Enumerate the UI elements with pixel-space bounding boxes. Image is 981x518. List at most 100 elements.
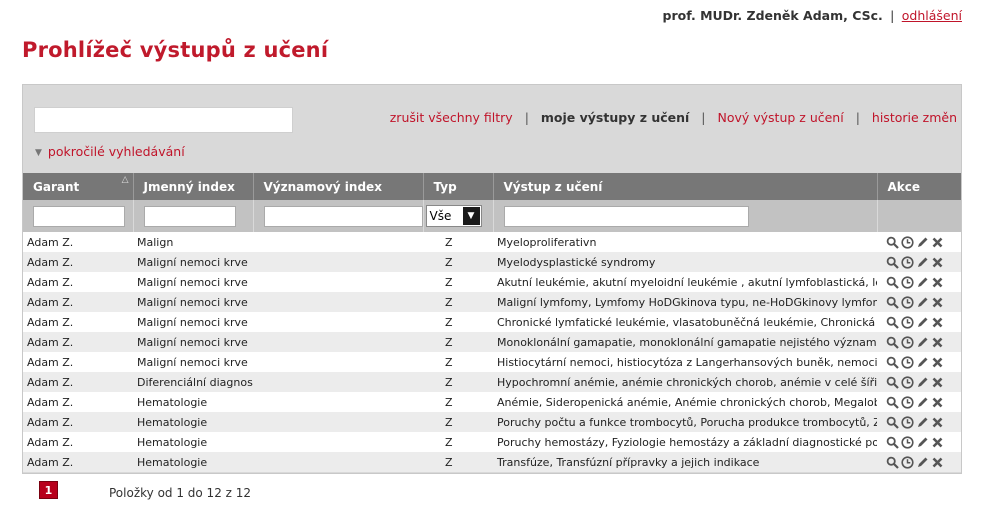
search-input[interactable] [34, 107, 293, 133]
table-row[interactable]: Adam Z. Maligní nemoci krve Z Chronické lym… [23, 312, 961, 332]
filter-jmenny-index-input[interactable] [143, 205, 236, 227]
cell-garant: Adam Z. [23, 372, 133, 392]
search-icon[interactable] [886, 436, 899, 449]
table-row[interactable]: Adam Z. Maligní nemoci krve Z Monoklonální … [23, 332, 961, 352]
cell-typ: Z [423, 352, 493, 372]
search-icon[interactable] [886, 356, 899, 369]
filter-typ-select[interactable]: Vše ▼ [425, 205, 482, 227]
search-icon[interactable] [886, 396, 899, 409]
clear-filters-link[interactable]: zrušit všechny filtry [390, 110, 513, 125]
cell-vystup: Poruchy hemostázy, Fyziologie hemostázy … [493, 432, 877, 452]
column-header-jmenny-index[interactable]: Jmenný index [133, 173, 254, 200]
edit-pencil-icon[interactable] [916, 276, 929, 289]
search-icon[interactable] [886, 316, 899, 329]
search-icon[interactable] [886, 276, 899, 289]
filter-vystup-input[interactable] [503, 205, 749, 227]
cell-actions [877, 412, 961, 432]
search-icon[interactable] [886, 336, 899, 349]
column-header-garant[interactable]: Garant △ [23, 173, 134, 200]
cell-typ: Z [423, 312, 493, 332]
delete-x-icon[interactable] [931, 356, 944, 369]
cell-jmenny-index: Hematologie [133, 392, 253, 412]
history-clock-icon[interactable] [901, 376, 914, 389]
delete-x-icon[interactable] [931, 316, 944, 329]
edit-pencil-icon[interactable] [916, 256, 929, 269]
delete-x-icon[interactable] [931, 256, 944, 269]
edit-pencil-icon[interactable] [916, 456, 929, 469]
search-icon[interactable] [886, 456, 899, 469]
history-clock-icon[interactable] [901, 276, 914, 289]
edit-pencil-icon[interactable] [916, 316, 929, 329]
history-clock-icon[interactable] [901, 396, 914, 409]
table-row[interactable]: Adam Z. Maligní nemoci krve Z Myelodysplast… [23, 252, 961, 272]
cell-vyznamovy-index [253, 312, 423, 332]
search-icon[interactable] [886, 416, 899, 429]
column-header-vyznamovy-index[interactable]: Významový index [253, 173, 424, 200]
cell-jmenny-index: Maligní nemoci krve [133, 272, 253, 292]
edit-pencil-icon[interactable] [916, 356, 929, 369]
edit-pencil-icon[interactable] [916, 336, 929, 349]
table-row[interactable]: Adam Z. Malign Z Myeloproliferativn [23, 232, 961, 252]
history-clock-icon[interactable] [901, 436, 914, 449]
filter-vyznamovy-index-input[interactable] [263, 205, 423, 227]
delete-x-icon[interactable] [931, 236, 944, 249]
history-clock-icon[interactable] [901, 256, 914, 269]
history-clock-icon[interactable] [901, 296, 914, 309]
edit-pencil-icon[interactable] [916, 296, 929, 309]
cell-vystup: Myeloproliferativn [493, 232, 877, 252]
edit-pencil-icon[interactable] [916, 396, 929, 409]
cell-actions [877, 392, 961, 412]
delete-x-icon[interactable] [931, 396, 944, 409]
edit-pencil-icon[interactable] [916, 416, 929, 429]
cell-typ: Z [423, 292, 493, 312]
cell-jmenny-index: Hematologie [133, 452, 253, 472]
delete-x-icon[interactable] [931, 416, 944, 429]
column-header-vystup[interactable]: Výstup z učení [493, 173, 878, 200]
filter-garant-input[interactable] [33, 205, 125, 227]
delete-x-icon[interactable] [931, 436, 944, 449]
logout-link[interactable]: odhlášení [902, 8, 962, 23]
filter-panel: zrušit všechny filtry | moje výstupy z u… [22, 84, 962, 474]
cell-vystup: Hypochromní anémie, anémie chronických c… [493, 372, 877, 392]
new-output-link[interactable]: Nový výstup z učení [717, 110, 843, 125]
history-clock-icon[interactable] [901, 456, 914, 469]
chevron-down-icon: ▼ [35, 148, 42, 158]
history-clock-icon[interactable] [901, 356, 914, 369]
history-link[interactable]: historie změn [872, 110, 957, 125]
delete-x-icon[interactable] [931, 336, 944, 349]
column-header-typ[interactable]: Typ [423, 173, 494, 200]
cell-vyznamovy-index [253, 372, 423, 392]
edit-pencil-icon[interactable] [916, 436, 929, 449]
table-row[interactable]: Adam Z. Hematologie Z Transfúze, Transfúzní… [23, 452, 961, 472]
edit-pencil-icon[interactable] [916, 376, 929, 389]
cell-typ: Z [423, 272, 493, 292]
cell-vystup: Histiocytární nemoci, histiocytóza z Lan… [493, 352, 877, 372]
filter-cell [493, 200, 878, 232]
table-row[interactable]: Adam Z. Maligní nemoci krve Z Histiocytární… [23, 352, 961, 372]
history-clock-icon[interactable] [901, 236, 914, 249]
delete-x-icon[interactable] [931, 296, 944, 309]
edit-pencil-icon[interactable] [916, 236, 929, 249]
cell-vystup: Poruchy počtu a funkce trombocytů, Poruc… [493, 412, 877, 432]
search-icon[interactable] [886, 376, 899, 389]
cell-typ: Z [423, 372, 493, 392]
search-icon[interactable] [886, 236, 899, 249]
table-row[interactable]: Adam Z. Maligní nemoci krve Z Maligní lymfo… [23, 292, 961, 312]
history-clock-icon[interactable] [901, 316, 914, 329]
history-clock-icon[interactable] [901, 416, 914, 429]
table-row[interactable]: Adam Z. Hematologie Z Anémie, Sideropenická… [23, 392, 961, 412]
pagination-page-button[interactable]: 1 [39, 481, 58, 499]
delete-x-icon[interactable] [931, 456, 944, 469]
delete-x-icon[interactable] [931, 376, 944, 389]
my-outputs-link[interactable]: moje výstupy z učení [541, 110, 689, 125]
advanced-search-toggle[interactable]: ▼ pokročilé vyhledávání [35, 144, 185, 159]
history-clock-icon[interactable] [901, 336, 914, 349]
delete-x-icon[interactable] [931, 276, 944, 289]
table-row[interactable]: Adam Z. Maligní nemoci krve Z Akutní leukém… [23, 272, 961, 292]
table-row[interactable]: Adam Z. Hematologie Z Poruchy počtu a funkc… [23, 412, 961, 432]
table-row[interactable]: Adam Z. Hematologie Z Poruchy hemostázy, Fy… [23, 432, 961, 452]
search-icon[interactable] [886, 256, 899, 269]
cell-garant: Adam Z. [23, 292, 133, 312]
table-row[interactable]: Adam Z.Diferenciální diagnostiky ZHypochr… [23, 372, 961, 392]
search-icon[interactable] [886, 296, 899, 309]
